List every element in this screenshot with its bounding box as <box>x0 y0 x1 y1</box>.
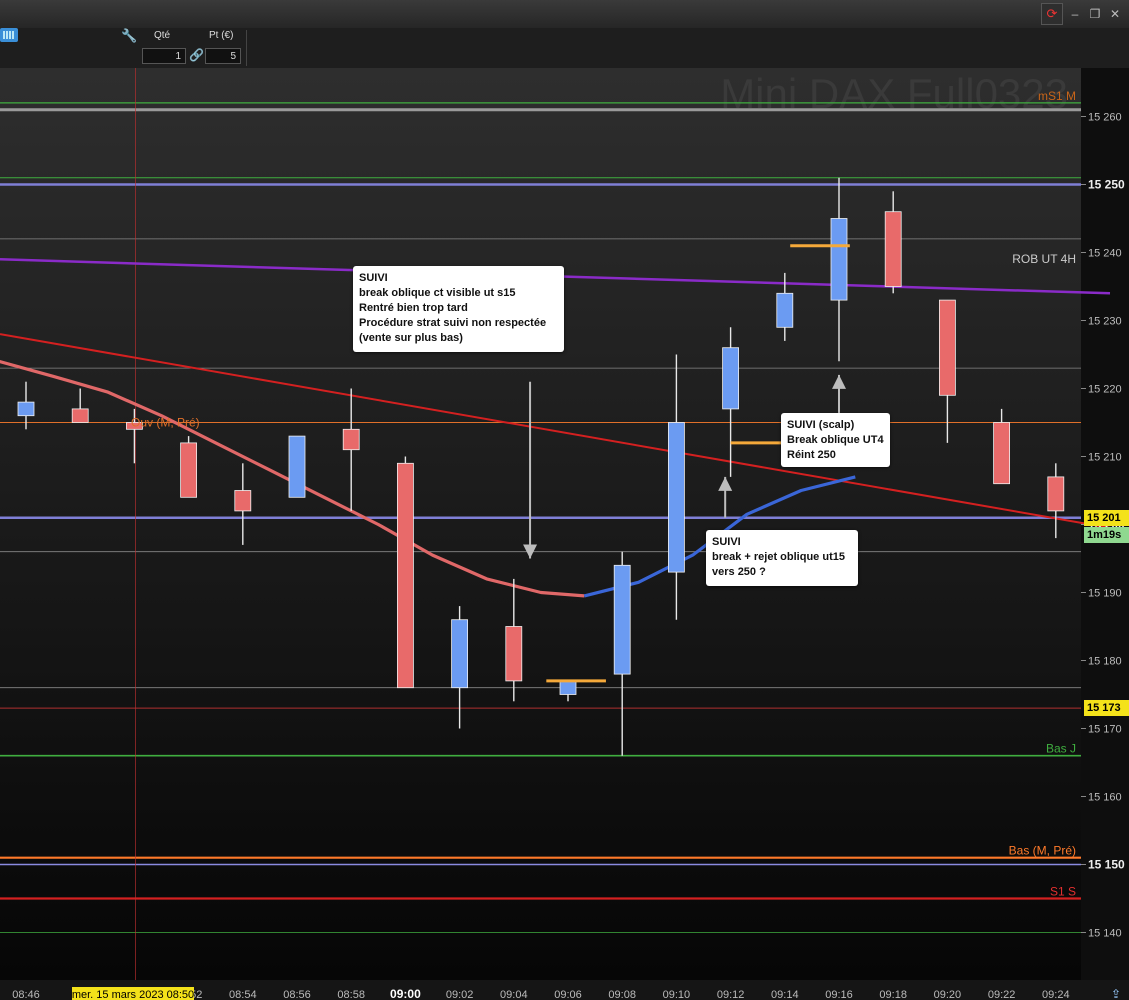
x-axis-tick-label: 09:12 <box>717 989 745 1000</box>
y-axis-tick-label: 15 240 <box>1088 248 1122 260</box>
candle-body[interactable] <box>396 462 414 689</box>
level-label: Bas (M, Pré) <box>1009 844 1076 858</box>
candle-body[interactable] <box>288 435 306 498</box>
x-axis-tick-label: 08:56 <box>283 989 311 1000</box>
level-label: S1 S <box>1050 885 1076 899</box>
candle-body[interactable] <box>884 211 902 287</box>
x-axis-tick-label: 09:16 <box>825 989 853 1000</box>
x-axis-tick-label: 08:58 <box>337 989 365 1000</box>
candle-body[interactable] <box>505 626 523 682</box>
candle-body[interactable] <box>71 408 89 423</box>
y-axis-tick-label: 15 250 <box>1088 178 1125 192</box>
candle-body[interactable] <box>668 422 685 573</box>
y-axis-tick-label: 15 190 <box>1088 588 1122 600</box>
level-label: mS1 M <box>1038 89 1076 103</box>
price-chart[interactable]: Mini DAX Full0323 mS1 MROB UT 4HOuv (M, … <box>0 0 1129 1000</box>
y-axis-tick-label: 15 140 <box>1088 928 1122 940</box>
candle-body[interactable] <box>613 564 631 675</box>
price-tag: 15 173 <box>1084 700 1129 717</box>
candle-body[interactable] <box>451 619 469 689</box>
y-axis-tick-label: 15 170 <box>1088 724 1122 736</box>
candle-body[interactable] <box>342 428 360 451</box>
x-axis-tick-label: 09:22 <box>988 989 1016 1000</box>
x-axis-tick-label: 08:54 <box>229 989 257 1000</box>
annotation-box[interactable]: SUIVI (scalp) Break oblique UT4 Réint 25… <box>781 413 890 467</box>
candle-body[interactable] <box>939 299 956 396</box>
y-axis-tick-label: 15 230 <box>1088 316 1122 328</box>
level-label: Ouv (M, Pré) <box>131 416 200 430</box>
candle-body[interactable] <box>830 218 848 301</box>
y-axis-tick-label: 15 160 <box>1088 792 1122 804</box>
cursor-date-label: mer. 15 mars 2023 08:50 <box>72 989 194 1000</box>
x-axis-tick-label: 09:10 <box>663 989 691 1000</box>
last-price-tag: 15 201 <box>1084 509 1129 526</box>
candle-body[interactable] <box>180 442 198 498</box>
y-axis-tick-label: 15 180 <box>1088 656 1122 668</box>
x-axis-tick-label: 09:18 <box>879 989 907 1000</box>
x-axis-tick-label: 09:24 <box>1042 989 1070 1000</box>
y-axis-tick-label: 15 210 <box>1088 452 1122 464</box>
annotation-box[interactable]: SUIVI break + rejet oblique ut15 vers 25… <box>706 530 858 586</box>
x-axis-tick-label: 09:06 <box>554 989 582 1000</box>
y-axis-tick-label: 15 260 <box>1088 112 1122 124</box>
x-axis-tick-label: 09:02 <box>446 989 474 1000</box>
y-axis-tick-label: 15 220 <box>1088 384 1122 396</box>
candle-body[interactable] <box>776 292 794 328</box>
plot-background <box>0 68 1081 980</box>
candle-body[interactable] <box>1047 476 1065 512</box>
candle-timer: 1m19s <box>1084 526 1129 543</box>
candle-body[interactable] <box>17 401 35 417</box>
y-axis-tick-label: 15 150 <box>1088 858 1125 872</box>
level-label: Bas J <box>1046 742 1076 756</box>
x-axis-tick-label: 09:20 <box>934 989 962 1000</box>
candle-body[interactable] <box>559 680 577 695</box>
annotation-box[interactable]: SUIVI break oblique ct visible ut s15 Re… <box>353 266 564 352</box>
x-axis-tick-label: 09:08 <box>608 989 636 1000</box>
candle-body[interactable] <box>234 490 252 512</box>
x-axis-tick-label: 09:14 <box>771 989 799 1000</box>
candle-body[interactable] <box>993 422 1010 485</box>
x-axis-tick-label: 09:04 <box>500 989 528 1000</box>
x-axis-tick-label: 08:46 <box>12 989 40 1000</box>
level-label: ROB UT 4H <box>1012 252 1076 266</box>
candle-body[interactable] <box>722 347 739 410</box>
x-axis-tick-label: 09:00 <box>390 987 421 1000</box>
upload-icon[interactable]: ⇪ <box>1111 987 1121 1000</box>
